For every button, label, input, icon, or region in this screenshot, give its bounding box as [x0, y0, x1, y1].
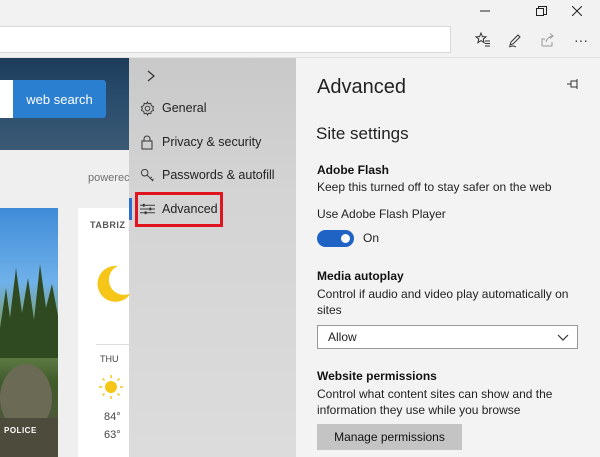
pin-icon[interactable] — [564, 76, 584, 92]
gear-icon — [139, 100, 155, 116]
collapse-button[interactable] — [141, 66, 161, 86]
close-button[interactable] — [554, 0, 600, 22]
permissions-heading: Website permissions — [317, 369, 437, 383]
news-photo[interactable]: POLICE — [0, 208, 58, 457]
nav-item-general[interactable]: General — [129, 93, 296, 123]
flash-heading: Adobe Flash — [317, 163, 390, 177]
web-search-button[interactable]: web search — [13, 80, 106, 118]
moon-icon — [97, 265, 131, 302]
powered-by-text: powerec — [88, 172, 130, 184]
advanced-settings-panel: Advanced Site settings Adobe Flash Keep … — [296, 58, 600, 457]
address-bar[interactable] — [0, 26, 451, 53]
favorites-icon[interactable] — [472, 29, 494, 51]
sun-icon — [99, 375, 123, 399]
weather-city: TABRIZ — [90, 220, 126, 230]
weather-day: THU — [100, 354, 119, 364]
restore-icon — [535, 5, 547, 16]
more-icon[interactable]: ··· — [570, 29, 592, 51]
pen-icon[interactable] — [504, 29, 526, 51]
nav-label-general: General — [162, 101, 207, 115]
search-input[interactable] — [0, 80, 13, 118]
autoplay-select[interactable]: Allow — [317, 325, 578, 349]
flash-description: Keep this turned off to stay safer on th… — [317, 180, 552, 194]
flash-toggle-label: Use Adobe Flash Player — [317, 207, 446, 221]
chevron-down-icon — [557, 334, 569, 341]
temp-high: 84° — [104, 411, 121, 423]
close-icon — [572, 6, 582, 16]
minimize-button[interactable] — [462, 0, 508, 22]
lock-icon — [139, 134, 155, 150]
autoplay-heading: Media autoplay — [317, 269, 404, 283]
browser-toolbar: ··· — [0, 22, 600, 58]
manage-permissions-button[interactable]: Manage permissions — [317, 424, 462, 450]
nav-label-privacy: Privacy & security — [162, 135, 262, 149]
flash-toggle[interactable] — [317, 230, 354, 247]
share-icon[interactable] — [537, 29, 559, 51]
nav-item-passwords[interactable]: Passwords & autofill — [129, 160, 296, 190]
highlight-advanced — [135, 192, 223, 227]
temp-low: 63° — [104, 429, 121, 441]
minimize-icon — [480, 10, 490, 12]
chevron-right-icon — [147, 70, 155, 82]
section-title: Site settings — [316, 124, 409, 143]
nav-label-passwords: Passwords & autofill — [162, 168, 275, 182]
settings-nav: General Privacy & security Passwords & a… — [129, 58, 296, 457]
flash-toggle-state: On — [363, 231, 380, 245]
autoplay-description: Control if audio and video play automati… — [317, 287, 569, 317]
autoplay-selected-value: Allow — [328, 330, 357, 344]
title-bar — [0, 0, 600, 22]
panel-title: Advanced — [317, 76, 406, 98]
permissions-description: Control what content sites can show and … — [317, 387, 553, 417]
photo-caption: POLICE — [4, 426, 37, 435]
key-icon — [139, 167, 155, 183]
nav-item-privacy[interactable]: Privacy & security — [129, 127, 296, 157]
